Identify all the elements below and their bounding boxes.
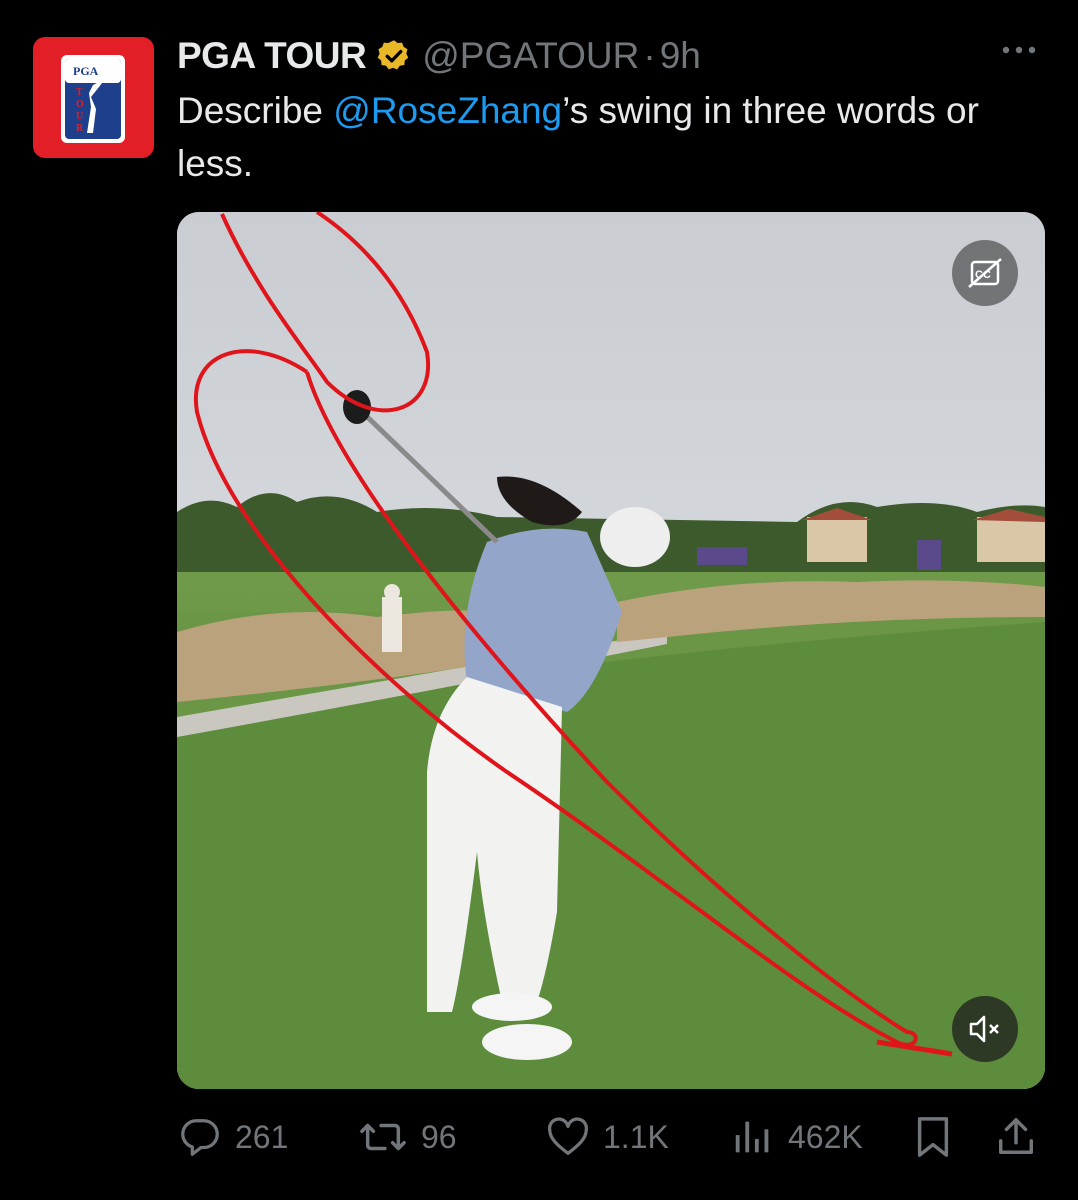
svg-text:U: U [76,111,83,122]
repost-icon [360,1123,406,1151]
separator-dot: · [643,35,656,76]
pga-tour-logo: PGA T O U R [61,55,125,143]
bookmark-icon [917,1117,949,1157]
share-button[interactable] [995,1112,1037,1162]
reply-icon [181,1119,219,1156]
view-count: 462K [788,1118,863,1155]
volume-muted-icon [969,1015,999,1043]
heart-icon [547,1117,589,1155]
reply-count: 261 [235,1118,289,1155]
avatar[interactable]: PGA T O U R [33,37,154,158]
views-button[interactable]: 462K [730,1112,863,1162]
mention-link[interactable]: @RoseZhang [333,90,562,131]
tweet-text-before: Describe [177,90,334,131]
timestamp[interactable]: 9h [660,35,701,77]
video-frame [177,212,1045,1089]
like-count: 1.1K [603,1118,669,1155]
svg-text:O: O [76,99,84,110]
svg-text:R: R [76,123,84,134]
closed-captions-off-icon: CC [968,258,1002,288]
svg-text:T: T [76,87,83,98]
share-icon [999,1118,1033,1154]
verified-badge-icon[interactable] [376,38,412,74]
tweet-header: PGA TOUR @PGATOUR · 9h [177,33,701,79]
mute-button[interactable] [952,996,1018,1062]
views-chart-icon [735,1121,769,1153]
tweet-actions: 261 96 1.1K 462K [177,1112,1045,1162]
author-handle[interactable]: @PGATOUR [422,35,639,77]
bookmark-button[interactable] [912,1112,954,1162]
closed-captions-button[interactable]: CC [952,240,1018,306]
repost-count: 96 [421,1118,457,1155]
reply-button[interactable]: 261 [177,1112,288,1162]
svg-text:PGA: PGA [73,64,99,78]
repost-button[interactable]: 96 [357,1112,457,1162]
more-options-icon[interactable] [1000,40,1038,60]
like-button[interactable]: 1.1K [545,1112,669,1162]
author-name[interactable]: PGA TOUR [177,35,367,77]
tweet-text: Describe @RoseZhang’s swing in three wor… [177,84,1037,190]
video-player[interactable]: CC [177,212,1045,1089]
